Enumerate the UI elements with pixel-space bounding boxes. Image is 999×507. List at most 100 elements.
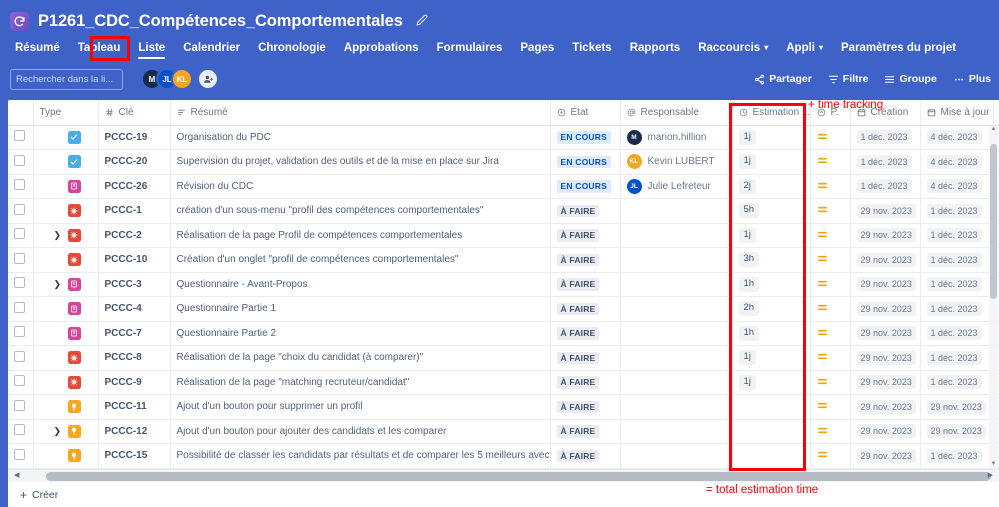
row-checkbox[interactable] <box>14 301 25 313</box>
row-key-cell[interactable]: PCCC-26 <box>98 174 171 199</box>
row-checkbox[interactable] <box>14 179 25 191</box>
row-estimation-cell[interactable]: 1j <box>732 125 811 150</box>
row-priority-cell[interactable] <box>810 419 851 444</box>
row-assignee-cell[interactable] <box>620 296 733 322</box>
row-assignee-cell[interactable] <box>620 419 733 444</box>
row-priority-cell[interactable] <box>810 394 851 420</box>
vertical-scroll-thumb[interactable] <box>990 144 997 299</box>
row-status-cell[interactable]: À FAIRE <box>550 272 621 297</box>
row-assignee-cell[interactable] <box>620 443 733 469</box>
row-updated-cell[interactable]: 1 déc. 2023 <box>920 247 994 273</box>
row-summary-cell[interactable]: Organisation du PDC <box>170 125 551 150</box>
row-priority-cell[interactable] <box>810 370 851 395</box>
row-status-cell[interactable]: À FAIRE <box>550 370 621 395</box>
row-type-cell[interactable] <box>33 370 99 395</box>
row-created-cell[interactable]: 29 nov. 2023 <box>850 419 921 444</box>
row-status-cell[interactable]: EN COURS <box>550 125 621 150</box>
row-key-cell[interactable]: PCCC-4 <box>98 296 171 322</box>
table-row[interactable]: ❯ PCCC-2 Réalisation de la page Profil de … <box>8 223 999 248</box>
row-estimation-cell[interactable]: 1j <box>732 370 811 395</box>
nav-tab-rapports[interactable]: Rapports <box>621 38 689 61</box>
column-type[interactable]: Type <box>33 100 99 126</box>
vertical-scrollbar[interactable]: ▲ ▼ <box>989 126 998 468</box>
row-summary-cell[interactable]: Révision du CDC <box>170 174 551 199</box>
table-row[interactable]: PCCC-15 Possibilité de classer les candid… <box>8 443 999 469</box>
row-assignee-cell[interactable] <box>620 223 733 248</box>
row-checkbox[interactable] <box>14 252 25 264</box>
row-key-cell[interactable]: PCCC-8 <box>98 345 171 371</box>
group-button[interactable]: Groupe <box>884 73 937 85</box>
row-expander-icon[interactable]: ❯ <box>54 230 62 240</box>
row-assignee-cell[interactable] <box>620 198 733 224</box>
nav-tab-tickets[interactable]: Tickets <box>563 38 620 61</box>
row-select-cell[interactable] <box>8 272 34 297</box>
row-summary-cell[interactable]: Réalisation de la page "choix du candida… <box>170 345 551 371</box>
scroll-right-arrow[interactable]: ▶ <box>988 471 993 479</box>
row-type-cell[interactable] <box>33 247 99 273</box>
share-button[interactable]: Partager <box>754 73 812 85</box>
row-key-cell[interactable]: PCCC-7 <box>98 321 171 346</box>
filter-button[interactable]: Filtre <box>828 73 868 85</box>
row-updated-cell[interactable]: 4 déc. 2023 <box>920 149 994 175</box>
column-estimation[interactable]: Estimation ... <box>732 100 811 126</box>
table-row[interactable]: PCCC-11 Ajout d'un bouton pour supprimer … <box>8 394 999 420</box>
row-status-cell[interactable]: À FAIRE <box>550 394 621 420</box>
row-checkbox[interactable] <box>14 448 25 460</box>
issues-table-container[interactable]: Type Clé Résumé État Responsable Estimat… <box>8 100 999 469</box>
column-select[interactable] <box>8 100 34 126</box>
row-created-cell[interactable]: 29 nov. 2023 <box>850 370 921 395</box>
row-assignee-cell[interactable] <box>620 394 733 420</box>
chevron-down-icon[interactable]: ▾ <box>819 43 823 52</box>
row-created-cell[interactable]: 29 nov. 2023 <box>850 198 921 224</box>
row-created-cell[interactable]: 29 nov. 2023 <box>850 247 921 273</box>
table-row[interactable]: PCCC-10 Création d'un onglet "profil de c… <box>8 247 999 273</box>
row-status-cell[interactable]: À FAIRE <box>550 198 621 224</box>
row-assignee-cell[interactable] <box>620 272 733 297</box>
row-priority-cell[interactable] <box>810 149 851 175</box>
row-checkbox[interactable] <box>14 424 25 436</box>
row-key-cell[interactable]: PCCC-9 <box>98 370 171 395</box>
table-row[interactable]: PCCC-26 Révision du CDC EN COURS JL Julie Le… <box>8 174 999 199</box>
row-summary-cell[interactable]: Questionnaire - Avant-Propos <box>170 272 551 297</box>
row-status-cell[interactable]: EN COURS <box>550 174 621 199</box>
row-priority-cell[interactable] <box>810 223 851 248</box>
row-expander-icon[interactable]: ❯ <box>54 426 62 436</box>
row-type-cell[interactable] <box>33 443 99 469</box>
row-updated-cell[interactable]: 1 déc. 2023 <box>920 321 994 346</box>
row-summary-cell[interactable]: Questionnaire Partie 2 <box>170 321 551 346</box>
row-summary-cell[interactable]: Supervision du projet, validation des ou… <box>170 149 551 175</box>
table-row[interactable]: ❯ PCCC-3 Questionnaire - Avant-Propos À FAI… <box>8 272 999 297</box>
row-select-cell[interactable] <box>8 247 34 273</box>
row-checkbox[interactable] <box>14 130 25 142</box>
row-priority-cell[interactable] <box>810 321 851 346</box>
row-updated-cell[interactable]: 4 déc. 2023 <box>920 174 994 199</box>
row-type-cell[interactable]: ❯ <box>33 419 99 444</box>
column-maj[interactable]: Mise à jour <box>920 100 994 126</box>
table-row[interactable]: PCCC-4 Questionnaire Partie 1 À FAIRE 2h 29 … <box>8 296 999 322</box>
row-select-cell[interactable] <box>8 296 34 322</box>
row-summary-cell[interactable]: création d'un sous-menu "profil des comp… <box>170 198 551 224</box>
nav-tab-liste[interactable]: Liste <box>129 38 174 61</box>
row-assignee-cell[interactable]: KL Kevin LUBERT <box>620 149 733 175</box>
row-type-cell[interactable]: ❯ <box>33 272 99 297</box>
row-created-cell[interactable]: 1 déc. 2023 <box>850 174 921 199</box>
row-updated-cell[interactable]: 4 déc. 2023 <box>920 125 994 150</box>
row-summary-cell[interactable]: Réalisation de la page Profil de compéte… <box>170 223 551 248</box>
row-type-cell[interactable] <box>33 321 99 346</box>
row-summary-cell[interactable]: Réalisation de la page "matching recrute… <box>170 370 551 395</box>
row-estimation-cell[interactable]: 2h <box>732 296 811 322</box>
nav-tab-param-tres-du-projet[interactable]: Paramètres du projet <box>832 38 965 61</box>
nav-tab-formulaires[interactable]: Formulaires <box>428 38 512 61</box>
row-created-cell[interactable]: 1 déc. 2023 <box>850 149 921 175</box>
nav-tab-tableau[interactable]: Tableau <box>69 38 130 61</box>
row-status-cell[interactable]: À FAIRE <box>550 321 621 346</box>
row-key-cell[interactable]: PCCC-15 <box>98 443 171 469</box>
table-row[interactable]: PCCC-1 création d'un sous-menu "profil de… <box>8 198 999 224</box>
row-priority-cell[interactable] <box>810 125 851 150</box>
row-key-cell[interactable]: PCCC-19 <box>98 125 171 150</box>
row-summary-cell[interactable]: Ajout d'un bouton pour supprimer un prof… <box>170 394 551 420</box>
row-checkbox[interactable] <box>14 375 25 387</box>
pencil-icon[interactable] <box>416 14 428 29</box>
row-expander-icon[interactable]: ❯ <box>54 279 62 289</box>
row-priority-cell[interactable] <box>810 198 851 224</box>
